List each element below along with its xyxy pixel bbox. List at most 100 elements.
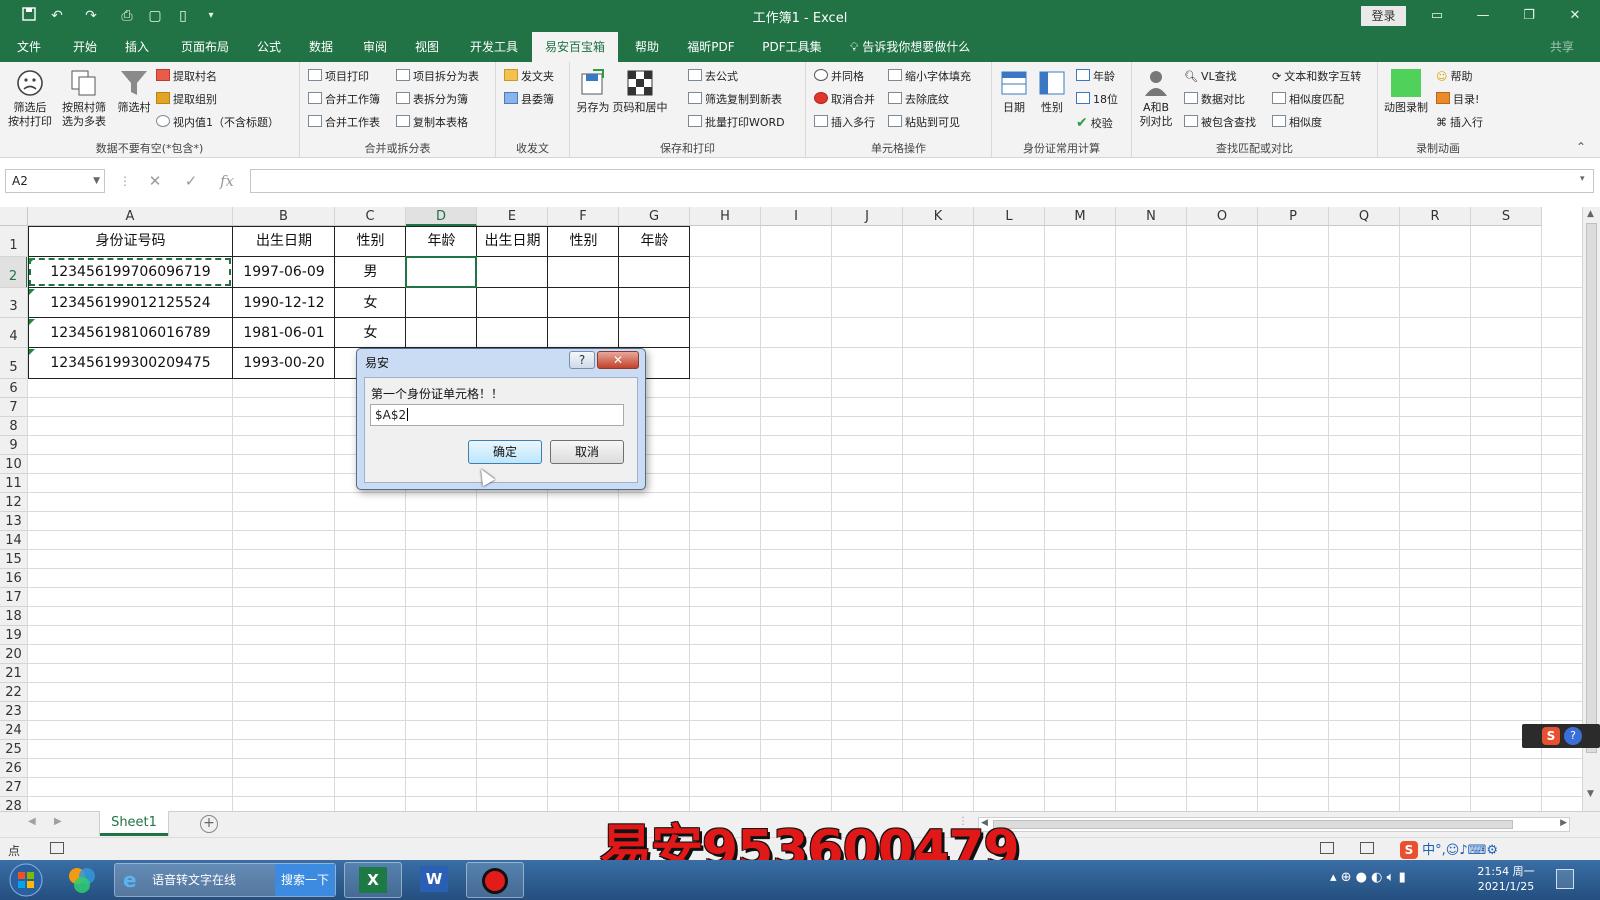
- row-header-13[interactable]: 13: [0, 512, 28, 531]
- data-cell[interactable]: 123456198106016789: [28, 318, 233, 348]
- tab-view[interactable]: 视图: [406, 32, 448, 62]
- scroll-down-icon[interactable]: ▼: [1587, 789, 1594, 799]
- batch-print-word-button[interactable]: 批量打印WORD: [688, 113, 785, 133]
- header-cell[interactable]: 身份证号码: [28, 226, 233, 257]
- similarity-match-button[interactable]: 相似度匹配: [1272, 90, 1344, 110]
- tab-home[interactable]: 开始: [64, 32, 106, 62]
- age-button[interactable]: 年龄: [1076, 67, 1115, 87]
- row-header-26[interactable]: 26: [0, 759, 28, 778]
- enter-icon[interactable]: ✓: [176, 170, 206, 192]
- insert-row-button[interactable]: ⌘ 插入行: [1436, 113, 1483, 133]
- column-header-m[interactable]: M: [1045, 207, 1116, 226]
- tab-page-layout[interactable]: 页面布局: [170, 32, 240, 62]
- row-header-19[interactable]: 19: [0, 626, 28, 645]
- row-header-24[interactable]: 24: [0, 721, 28, 740]
- birthdate-button[interactable]: 日期: [996, 68, 1032, 115]
- text-number-convert-button[interactable]: ⟳ 文本和数字互转: [1272, 67, 1361, 87]
- recorder-task-button[interactable]: [466, 862, 524, 898]
- browser-task-button[interactable]: e 语音转文字在线 搜索一下: [114, 863, 336, 897]
- select-all-corner[interactable]: [0, 207, 28, 226]
- header-cell[interactable]: 性别: [548, 226, 619, 257]
- shrink-to-fit-button[interactable]: 缩小字体填充: [888, 67, 971, 87]
- paste-visible-button[interactable]: 粘贴到可见: [888, 113, 960, 133]
- project-print-button[interactable]: 项目打印: [308, 67, 369, 87]
- similarity-button[interactable]: 相似度: [1272, 113, 1322, 133]
- column-header-n[interactable]: N: [1116, 207, 1187, 226]
- extract-village-name-button[interactable]: 提取村名: [156, 67, 217, 87]
- dialog-help-button[interactable]: ?: [569, 351, 595, 369]
- unmerge-cells-button[interactable]: 取消合并: [814, 90, 875, 110]
- column-header-j[interactable]: J: [832, 207, 903, 226]
- outgoing-folder-button[interactable]: 发文夹: [504, 67, 554, 87]
- sogou-icon[interactable]: S: [1542, 727, 1560, 745]
- add-sheet-icon[interactable]: +: [200, 815, 218, 833]
- tab-developer[interactable]: 开发工具: [462, 32, 526, 62]
- maximize-icon[interactable]: ❐: [1506, 4, 1552, 28]
- dialog-input[interactable]: $A$2: [370, 404, 624, 426]
- system-tray[interactable]: ▴ ⊕ ● ◐ 🔈︎ ▮: [1330, 870, 1406, 885]
- merge-worksheets-button[interactable]: 合并工作表: [308, 113, 380, 133]
- collapse-ribbon-icon[interactable]: ⌃: [1576, 140, 1586, 154]
- close-icon[interactable]: ✕: [1552, 4, 1598, 28]
- ime-toolbar[interactable]: S ?: [1522, 724, 1600, 748]
- data-cell[interactable]: 123456199300209475: [28, 348, 233, 379]
- sogou-tray-icon[interactable]: S: [1400, 841, 1418, 859]
- merge-same-cells-button[interactable]: 并同格: [814, 67, 864, 87]
- macro-record-icon[interactable]: [50, 842, 64, 854]
- normal-view-icon[interactable]: [1320, 842, 1334, 854]
- row-header-7[interactable]: 7: [0, 398, 28, 417]
- column-header-c[interactable]: C: [335, 207, 406, 226]
- tell-me-search[interactable]: 💡︎ 告诉我你想要做什么: [850, 32, 970, 62]
- data-compare-button[interactable]: 数据对比: [1184, 90, 1245, 110]
- login-button[interactable]: 登录: [1361, 6, 1406, 26]
- tab-foxit-pdf[interactable]: 福昕PDF: [680, 32, 742, 62]
- tab-review[interactable]: 审阅: [354, 32, 396, 62]
- share-button[interactable]: 共享: [1550, 32, 1574, 62]
- help-button[interactable]: ☺ 帮助: [1436, 67, 1472, 87]
- scroll-right-icon[interactable]: ▶: [1560, 818, 1567, 828]
- toc-button[interactable]: 目录!: [1436, 90, 1479, 110]
- id18-button[interactable]: 18位: [1076, 90, 1118, 110]
- row-header-9[interactable]: 9: [0, 436, 28, 455]
- tab-formulas[interactable]: 公式: [248, 32, 290, 62]
- tab-yian-toolbox[interactable]: 易安百宝箱: [532, 32, 618, 64]
- notification-icon[interactable]: [1556, 869, 1574, 889]
- header-cell[interactable]: 性别: [335, 226, 406, 257]
- clock[interactable]: 21:54 周一 2021/1/25: [1466, 864, 1546, 894]
- error-indicator-icon[interactable]: [29, 319, 35, 325]
- tab-data[interactable]: 数据: [300, 32, 342, 62]
- prev-sheet-icon[interactable]: ◀: [28, 816, 36, 827]
- vertical-scrollbar[interactable]: ▲ ▼: [1582, 207, 1600, 811]
- row-header-3[interactable]: 3: [0, 288, 28, 318]
- column-header-f[interactable]: F: [548, 207, 619, 226]
- row-header-25[interactable]: 25: [0, 740, 28, 759]
- data-cell[interactable]: 1993-00-20: [233, 348, 335, 379]
- page-number-center-button[interactable]: 页码和居中: [608, 68, 672, 115]
- next-sheet-icon[interactable]: ▶: [54, 816, 62, 827]
- gender-button[interactable]: 性别: [1034, 68, 1070, 115]
- row-header-17[interactable]: 17: [0, 588, 28, 607]
- page-layout-view-icon[interactable]: [1360, 842, 1374, 854]
- remove-formula-button[interactable]: 去公式: [688, 67, 738, 87]
- function-icon[interactable]: fx: [212, 170, 242, 192]
- split-project-button[interactable]: 项目拆分为表: [396, 67, 479, 87]
- data-cell[interactable]: 123456199012125524: [28, 288, 233, 318]
- column-header-l[interactable]: L: [974, 207, 1045, 226]
- row-header-28[interactable]: 28: [0, 797, 28, 811]
- horizontal-scroll-thumb[interactable]: [993, 820, 1513, 829]
- data-cell[interactable]: 男: [335, 257, 406, 288]
- data-cell[interactable]: 女: [335, 318, 406, 348]
- filter-village-button[interactable]: 筛选村: [112, 68, 156, 115]
- remove-shading-button[interactable]: 去除底纹: [888, 90, 949, 110]
- column-header-g[interactable]: G: [619, 207, 690, 226]
- row-header-27[interactable]: 27: [0, 778, 28, 797]
- row-header-20[interactable]: 20: [0, 645, 28, 664]
- column-header-h[interactable]: H: [690, 207, 761, 226]
- error-indicator-icon[interactable]: [29, 258, 35, 264]
- excel-task-button[interactable]: X: [344, 862, 402, 898]
- column-header-e[interactable]: E: [477, 207, 548, 226]
- data-cell[interactable]: 1981-06-01: [233, 318, 335, 348]
- row-header-22[interactable]: 22: [0, 683, 28, 702]
- active-cell[interactable]: [405, 256, 477, 288]
- chinese-mode-icon[interactable]: 中°,☺♪⌨⚙: [1422, 843, 1498, 858]
